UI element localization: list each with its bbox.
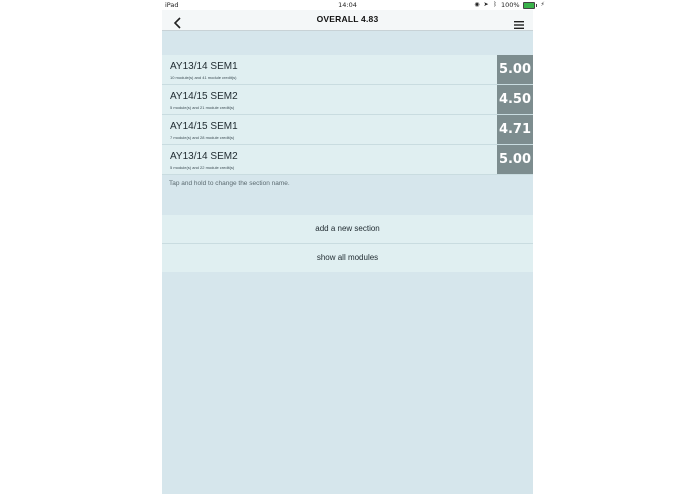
section-score: 4.50 xyxy=(497,85,533,114)
hamburger-menu-icon xyxy=(514,21,524,29)
navigation-bar: OVERALL 4.83 xyxy=(162,10,533,31)
battery-icon xyxy=(522,1,535,9)
status-time: 14:04 xyxy=(338,1,357,9)
section-row[interactable]: AY13/14 SEM1 10 module(s) and 41 module … xyxy=(162,55,533,85)
battery-cap xyxy=(535,3,537,7)
section-row[interactable]: AY13/14 SEM2 5 module(s) and 22 module c… xyxy=(162,145,533,175)
app-content: OVERALL 4.83 AY13/14 SEM1 10 module(s) a… xyxy=(162,10,533,494)
section-name: AY13/14 SEM1 xyxy=(170,61,238,72)
section-score: 5.00 xyxy=(497,55,533,84)
section-detail: 7 module(s) and 28 module credit(s) xyxy=(170,135,235,140)
back-button[interactable] xyxy=(173,14,183,29)
battery-level-fill xyxy=(523,2,534,8)
section-row[interactable]: AY14/15 SEM1 7 module(s) and 28 module c… xyxy=(162,115,533,145)
section-list: AY13/14 SEM1 10 module(s) and 41 module … xyxy=(162,55,533,175)
section-score: 4.71 xyxy=(497,115,533,144)
add-section-button[interactable]: add a new section xyxy=(162,215,533,244)
ipad-screen: iPad 14:04 ◉ ➤ ᛒ 100% ⚡ OVERALL 4.83 AY1… xyxy=(0,0,695,494)
bluetooth-icon: ᛒ xyxy=(493,1,497,8)
hint-text: Tap and hold to change the section name. xyxy=(169,180,290,187)
section-score: 5.00 xyxy=(497,145,533,174)
orientation-lock-icon: ◉ xyxy=(474,1,480,8)
chevron-left-icon xyxy=(173,17,181,29)
status-indicators: ◉ ➤ ᛒ 100% ⚡ xyxy=(474,1,546,9)
location-icon: ➤ xyxy=(483,1,489,8)
section-detail: 10 module(s) and 41 module credit(s) xyxy=(170,75,237,80)
section-name: AY13/14 SEM2 xyxy=(170,151,238,162)
charging-icon: ⚡ xyxy=(540,1,545,8)
section-name: AY14/15 SEM1 xyxy=(170,121,238,132)
status-bar: iPad 14:04 ◉ ➤ ᛒ 100% ⚡ xyxy=(0,0,695,10)
section-row[interactable]: AY14/15 SEM2 5 module(s) and 21 module c… xyxy=(162,85,533,115)
section-detail: 5 module(s) and 21 module credit(s) xyxy=(170,105,235,110)
section-detail: 5 module(s) and 22 module credit(s) xyxy=(170,165,235,170)
show-all-modules-button[interactable]: show all modules xyxy=(162,244,533,272)
section-name: AY14/15 SEM2 xyxy=(170,91,238,102)
menu-button[interactable] xyxy=(514,15,524,29)
page-title: OVERALL 4.83 xyxy=(316,14,379,24)
battery-percentage: 100% xyxy=(501,1,520,9)
